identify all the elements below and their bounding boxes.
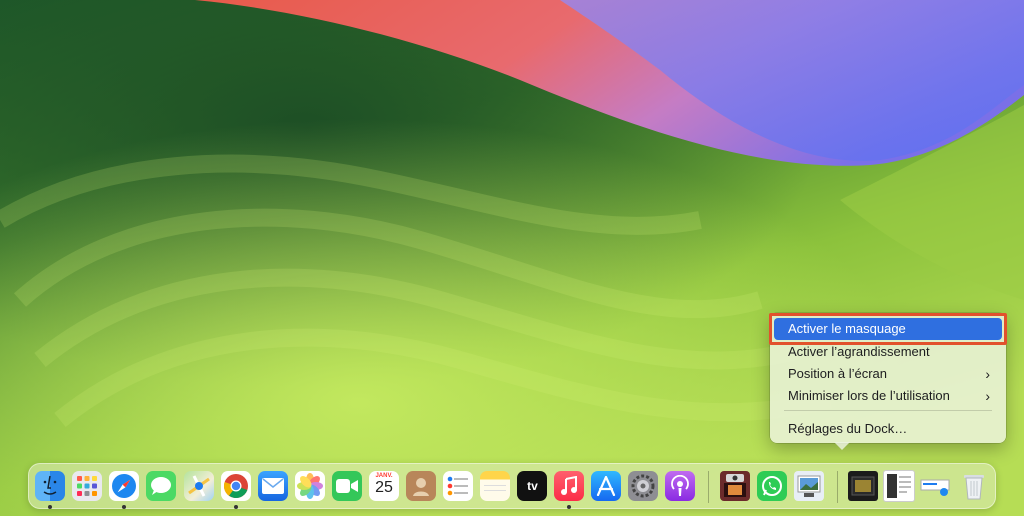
music-icon[interactable] [554,471,584,501]
maps-icon[interactable] [184,471,214,501]
app-store-a-icon [596,476,616,496]
document-thumbnail-icon [887,474,911,498]
running-indicator [122,505,126,509]
compass-icon [112,474,136,498]
chrome-icon[interactable] [221,471,251,501]
podcast-waves-icon [671,475,689,496]
dock-divider [837,471,838,503]
document-window-icon[interactable] [884,471,914,501]
calendar-icon[interactable]: JANV. 25 [369,471,399,501]
trash-can-icon [964,475,984,500]
calendar-day: 25 [375,479,393,496]
menu-item-label: Activer le masquage [788,321,906,336]
contacts-icon[interactable] [406,471,436,501]
apple-tv-icon[interactable]: tv [517,471,547,501]
map-pin-icon [188,475,210,497]
window-thumbnail-icon [851,476,875,496]
phone-bubble-icon [762,476,782,496]
photo-booth-curtain-icon [724,474,746,497]
preview-photos-icon [797,475,821,497]
running-indicator [567,505,571,509]
launchpad-icon[interactable] [72,471,102,501]
photos-icon[interactable] [295,471,325,501]
launchpad-grid-icon [77,476,97,496]
menu-separator [784,410,992,411]
notes-lines-icon [484,485,506,491]
photos-flower-icon [297,473,323,499]
downloads-stack-icon[interactable] [920,471,950,501]
menu-item-dock-settings[interactable]: Réglages du Dock… [774,418,1002,440]
downloads-thumbnail-icon [920,479,950,496]
speech-bubble-icon [151,477,171,495]
menu-item-label: Réglages du Dock… [788,421,908,436]
safari-icon[interactable] [109,471,139,501]
envelope-icon [262,478,284,494]
reminders-icon[interactable] [443,471,473,501]
tv-label: tv [527,479,538,493]
photo-booth-icon[interactable] [720,471,750,501]
finder-icon[interactable] [35,471,65,501]
checklist-icon [447,476,468,496]
menu-item-minimize-effect[interactable]: Minimiser lors de l’utilisation › [774,385,1002,407]
app-store-icon[interactable] [591,471,621,501]
facetime-icon[interactable] [332,471,362,501]
menu-item-hide-dock[interactable]: Activer le masquage [774,318,1002,340]
dock-divider [708,471,709,503]
menu-item-position-on-screen[interactable]: Position à l’écran › [774,363,1002,385]
system-settings-icon[interactable] [628,471,658,501]
menu-item-magnification[interactable]: Activer l’agrandissement [774,341,1002,363]
whatsapp-icon[interactable] [757,471,787,501]
running-indicator [234,505,238,509]
music-note-icon [561,476,577,495]
menu-item-label: Position à l’écran [788,366,887,381]
messages-icon[interactable] [146,471,176,501]
gear-icon [631,474,655,498]
menu-item-label: Minimiser lors de l’utilisation [788,388,950,403]
preview-icon[interactable] [794,471,824,501]
trash-icon[interactable] [959,471,989,501]
menu-item-label: Activer l’agrandissement [788,344,930,359]
chevron-right-icon: › [985,366,990,382]
finder-face-icon [43,475,57,495]
chrome-logo-icon [223,474,248,499]
person-silhouette-icon [413,478,429,496]
podcasts-icon[interactable] [665,471,695,501]
dock-context-menu: Activer le masquage Activer l’agrandisse… [770,313,1006,450]
running-indicator [48,505,52,509]
notes-icon[interactable] [480,471,510,501]
chevron-right-icon: › [985,388,990,404]
video-camera-icon [336,479,358,493]
minimized-window-icon[interactable] [848,471,878,501]
mail-icon[interactable] [258,471,288,501]
